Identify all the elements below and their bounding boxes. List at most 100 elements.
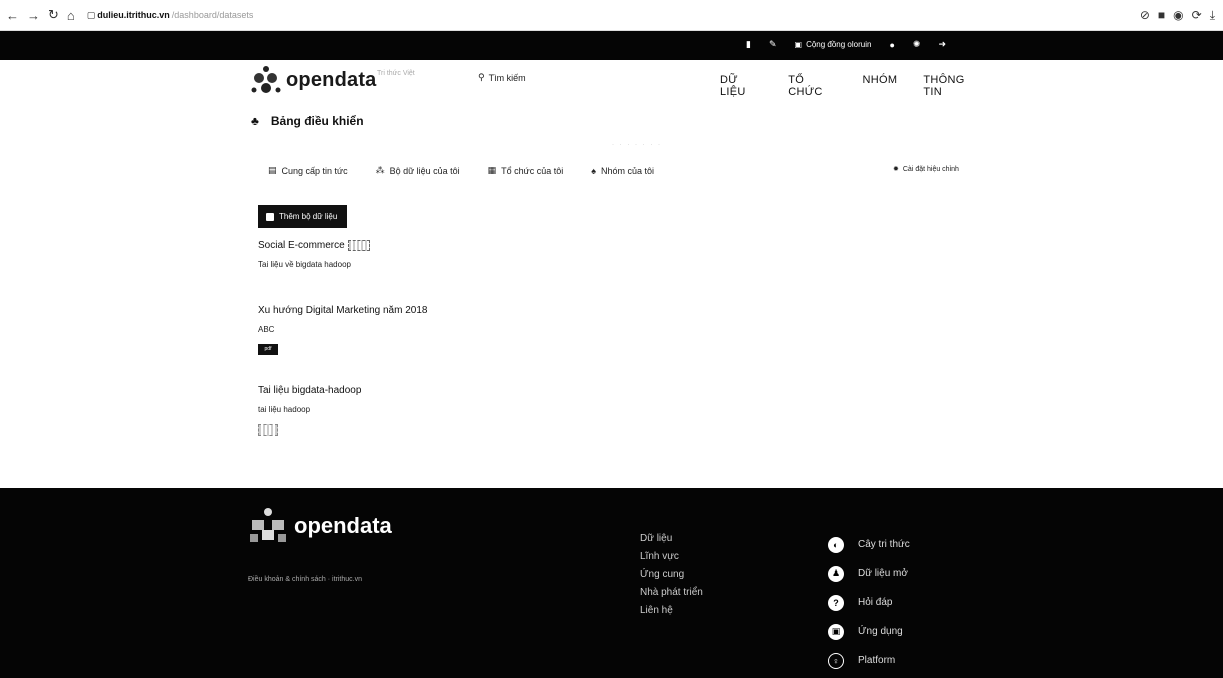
list-icon: ▤ xyxy=(268,165,277,175)
block-icon[interactable]: ⊘ xyxy=(1140,8,1150,23)
format-tag[interactable] xyxy=(258,424,278,436)
logo-tagline: Tri thức Việt xyxy=(377,70,415,77)
search-link[interactable]: ⚲ Tìm kiếm xyxy=(478,72,526,83)
page-title-text: Bảng điều khiển xyxy=(270,114,364,128)
tab-my-datasets[interactable]: ⁂ Bộ dữ liệu của tôi xyxy=(376,165,460,176)
page-icon: ▢ xyxy=(86,9,96,20)
avatar-icon: ▣ xyxy=(794,40,803,49)
plus-icon xyxy=(266,212,274,221)
nav-organizations[interactable]: TỔ CHỨC xyxy=(788,74,836,98)
nav-about[interactable]: THÔNG TIN xyxy=(923,74,980,98)
dataset-title: Social E-commerce xyxy=(258,240,345,251)
platform-icon: ♀ xyxy=(828,652,844,669)
footer-social-item[interactable]: ◐ Cây tri thức xyxy=(828,530,910,559)
search-icon: ⚲ xyxy=(478,72,485,82)
dataset-desc: Tai liệu về bigdata hadoop xyxy=(258,260,351,269)
footer-link[interactable]: Dữ liệu xyxy=(640,530,703,548)
back-icon[interactable]: ← xyxy=(6,8,19,23)
tab-my-organizations[interactable]: ▦ Tổ chức của tôi xyxy=(488,165,564,176)
footer-logo-text: opendata xyxy=(294,513,392,538)
footer-logo[interactable]: opendata xyxy=(248,506,392,546)
footer-social-item[interactable]: ▣ Ứng dụng xyxy=(828,617,910,646)
topbar-items: ▮ ✎ ▣ Cộng đồng oloruin ● ✺ ➜ xyxy=(746,39,946,50)
footer-social-item[interactable]: ? Hỏi đáp xyxy=(828,588,910,617)
gear-icon[interactable]: ✺ xyxy=(913,39,921,50)
add-dataset-button[interactable]: Thêm bộ dữ liệu xyxy=(258,205,347,228)
dashboard-icon[interactable]: ● xyxy=(889,40,894,50)
question-icon: ? xyxy=(828,594,844,611)
people-icon: ♟ xyxy=(828,565,844,582)
page-title: ♣ Bảng điều khiển xyxy=(251,114,364,128)
dataset-title: Xu hướng Digital Marketing năm 2018 xyxy=(258,305,428,316)
list-item: Tai liệu bigdata-hadoop tai liệu hadoop xyxy=(258,385,361,439)
footer-links: Dữ liệu Lĩnh vực Ứng cung Nhà phát triển… xyxy=(640,530,703,620)
edit-settings-label: Cài đặt hiệu chỉnh xyxy=(902,165,959,173)
tab-my-groups[interactable]: ♠ Nhóm của tôi xyxy=(591,166,654,176)
footer-social-label: Cây tri thức xyxy=(858,539,910,550)
community-label: Cộng đồng oloruin xyxy=(806,40,872,49)
dataset-title-link[interactable]: Social E-commerce xyxy=(258,240,370,251)
building-icon: ▦ xyxy=(487,165,497,175)
sitemap-icon: ⁂ xyxy=(375,165,385,175)
home-icon[interactable]: ⌂ xyxy=(67,8,75,23)
forward-icon[interactable]: → xyxy=(27,8,40,23)
search-label: Tìm kiếm xyxy=(488,72,526,83)
footer-social-label: Hỏi đáp xyxy=(858,597,893,608)
sync-icon[interactable]: ⟳ xyxy=(1192,8,1202,23)
dataset-title-link[interactable]: Tai liệu bigdata-hadoop xyxy=(258,385,361,396)
dataset-desc: ABC xyxy=(258,325,275,334)
url-path: /dashboard/datasets xyxy=(171,10,254,20)
footer-social: ◐ Cây tri thức ♟ Dữ liệu mở ? Hỏi đáp ▣ … xyxy=(828,530,910,675)
tab-label: Nhóm của tôi xyxy=(601,165,655,176)
resource-format-badge xyxy=(347,240,370,251)
footer-link[interactable]: Nhà phát triển xyxy=(640,584,703,602)
footer-social-label: Dữ liệu mở xyxy=(858,568,908,579)
browser-nav: ← → ↻ ⌂ xyxy=(0,7,75,23)
url-host: dulieu.itrithuc.vn xyxy=(97,10,170,20)
tree-icon: ◐ xyxy=(828,536,844,553)
site-footer: opendata Điều khoản & chính sách · itrit… xyxy=(0,488,1223,678)
logout-icon[interactable]: ➜ xyxy=(938,39,946,50)
footer-terms[interactable]: Điều khoản & chính sách · itrithuc.vn xyxy=(248,576,362,583)
address-bar[interactable]: ▢ dulieu.itrithuc.vn /dashboard/datasets xyxy=(87,10,254,21)
browser-toolbar: ← → ↻ ⌂ ▢ dulieu.itrithuc.vn /dashboard/… xyxy=(0,0,1223,31)
footer-link[interactable]: Lĩnh vực xyxy=(640,548,703,566)
nav-datasets[interactable]: DỮ LIỆU xyxy=(720,74,762,98)
folder-icon[interactable]: ▮ xyxy=(746,39,751,50)
dataset-title-link[interactable]: Xu hướng Digital Marketing năm 2018 xyxy=(258,305,427,316)
main-nav: DỮ LIỆU TỔ CHỨC NHÓM THÔNG TIN xyxy=(720,74,980,98)
shield-icon[interactable]: ◉ xyxy=(1173,8,1183,23)
edit-settings-link[interactable]: ✹ Cài đặt hiệu chỉnh xyxy=(893,165,959,174)
nav-groups[interactable]: NHÓM xyxy=(863,74,898,98)
home-icon[interactable]: ♣ xyxy=(251,114,259,128)
footer-social-item[interactable]: ♟ Dữ liệu mở xyxy=(828,559,910,588)
pencil-icon[interactable]: ✎ xyxy=(769,39,777,50)
footer-link[interactable]: Liên hệ xyxy=(640,602,703,620)
group-icon: ♠ xyxy=(591,165,597,176)
site-header: opendata Tri thức Việt ⚲ Tìm kiếm DỮ LIỆ… xyxy=(250,62,980,100)
list-item: Xu hướng Digital Marketing năm 2018 ABC … xyxy=(258,305,427,355)
dashboard-tabs: ▤ Cung cấp tin tức ⁂ Bộ dữ liệu của tôi … xyxy=(268,165,682,176)
reload-icon[interactable]: ↻ xyxy=(48,7,59,23)
tab-news-feed[interactable]: ▤ Cung cấp tin tức xyxy=(268,165,348,176)
footer-link[interactable]: Ứng cung xyxy=(640,566,703,584)
tab-label: Tổ chức của tôi xyxy=(501,165,564,176)
tab-label: Cung cấp tin tức xyxy=(281,165,348,176)
bookmark-icon[interactable]: ■ xyxy=(1158,8,1165,23)
cog-icon: ✹ xyxy=(893,166,899,173)
logo-cubes-icon xyxy=(251,66,281,93)
site-logo[interactable]: opendata xyxy=(250,64,377,96)
extension-icons: ⊘ ■ ◉ ⟳ ⤓ xyxy=(1140,8,1215,23)
format-tag[interactable]: pdf xyxy=(258,344,278,355)
app-icon: ▣ xyxy=(828,623,844,640)
site-topbar: ▮ ✎ ▣ Cộng đồng oloruin ● ✺ ➜ xyxy=(0,31,1223,60)
add-dataset-label: Thêm bộ dữ liệu xyxy=(279,212,338,221)
footer-social-label: Ứng dụng xyxy=(858,626,903,637)
footer-social-item[interactable]: ♀ Platform xyxy=(828,646,910,675)
download-icon[interactable]: ⤓ xyxy=(1210,8,1215,23)
community-link[interactable]: ▣ Cộng đồng oloruin xyxy=(795,40,872,49)
list-item: Social E-commerce Tai liệu về bigdata ha… xyxy=(258,240,370,269)
tab-label: Bộ dữ liệu của tôi xyxy=(389,165,460,176)
divider: · · · · · · · xyxy=(612,142,662,148)
logo-text: opendata xyxy=(286,68,377,91)
